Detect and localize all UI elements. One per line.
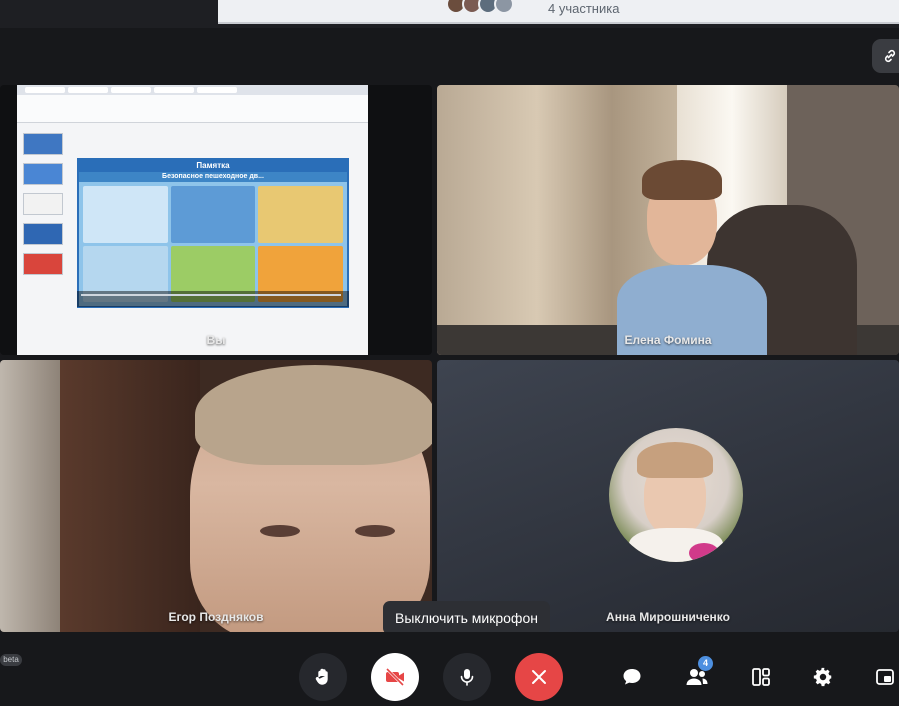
layout-button[interactable] bbox=[744, 660, 778, 694]
beta-badge: beta bbox=[0, 654, 22, 666]
video-player-bar bbox=[77, 291, 349, 307]
close-icon bbox=[532, 670, 546, 684]
mic-tooltip: Выключить микрофон bbox=[383, 601, 550, 641]
header-panel: 4 участника bbox=[218, 0, 899, 24]
participant-name: Егор Поздняков bbox=[168, 610, 264, 624]
video-tile-self[interactable]: Памятка Безопасное пешеходное дв... Вы bbox=[0, 85, 432, 355]
slide-panels bbox=[79, 182, 347, 306]
microphone-icon bbox=[460, 669, 474, 686]
video-tile-egor[interactable]: Егор Поздняков bbox=[0, 360, 432, 632]
participants-count[interactable]: 4 участника bbox=[548, 1, 619, 16]
chat-icon bbox=[623, 669, 641, 685]
settings-button[interactable] bbox=[806, 660, 840, 694]
slide-subtitle: Безопасное пешеходное дв... bbox=[79, 172, 347, 182]
toolbar-ribbon bbox=[17, 95, 368, 123]
video-tile-elena[interactable]: Елена Фомина bbox=[437, 85, 899, 355]
layout-icon bbox=[752, 668, 770, 686]
participants-button[interactable]: 4 bbox=[680, 656, 714, 694]
pip-icon bbox=[876, 669, 894, 685]
avatar bbox=[609, 428, 743, 562]
microphone-button[interactable] bbox=[443, 653, 491, 701]
shared-screen: Памятка Безопасное пешеходное дв... bbox=[17, 85, 368, 355]
top-bar: 4 участника bbox=[0, 0, 899, 28]
participant-name: Елена Фомина bbox=[624, 333, 712, 347]
camera-off-icon bbox=[385, 667, 405, 687]
avatar bbox=[494, 0, 514, 14]
presentation-slide: Памятка Безопасное пешеходное дв... bbox=[77, 158, 349, 308]
browser-tabs bbox=[17, 85, 368, 95]
camera-toggle-button[interactable] bbox=[371, 653, 419, 701]
participant-name: Вы bbox=[206, 333, 226, 347]
raise-hand-button[interactable] bbox=[299, 653, 347, 701]
link-icon bbox=[884, 49, 896, 63]
picture-in-picture-button[interactable] bbox=[868, 660, 899, 694]
slide-thumbnails bbox=[23, 133, 67, 323]
participants-count-badge: 4 bbox=[698, 656, 713, 671]
chat-button[interactable] bbox=[615, 660, 649, 694]
raise-hand-icon bbox=[315, 668, 328, 685]
video-tile-anna[interactable]: Анна Мирошниченко bbox=[437, 360, 899, 632]
gear-icon bbox=[813, 667, 832, 687]
participant-avatars[interactable] bbox=[446, 0, 514, 14]
slide-title: Памятка bbox=[79, 160, 347, 172]
end-call-button[interactable] bbox=[515, 653, 563, 701]
copy-link-button[interactable] bbox=[872, 39, 899, 73]
